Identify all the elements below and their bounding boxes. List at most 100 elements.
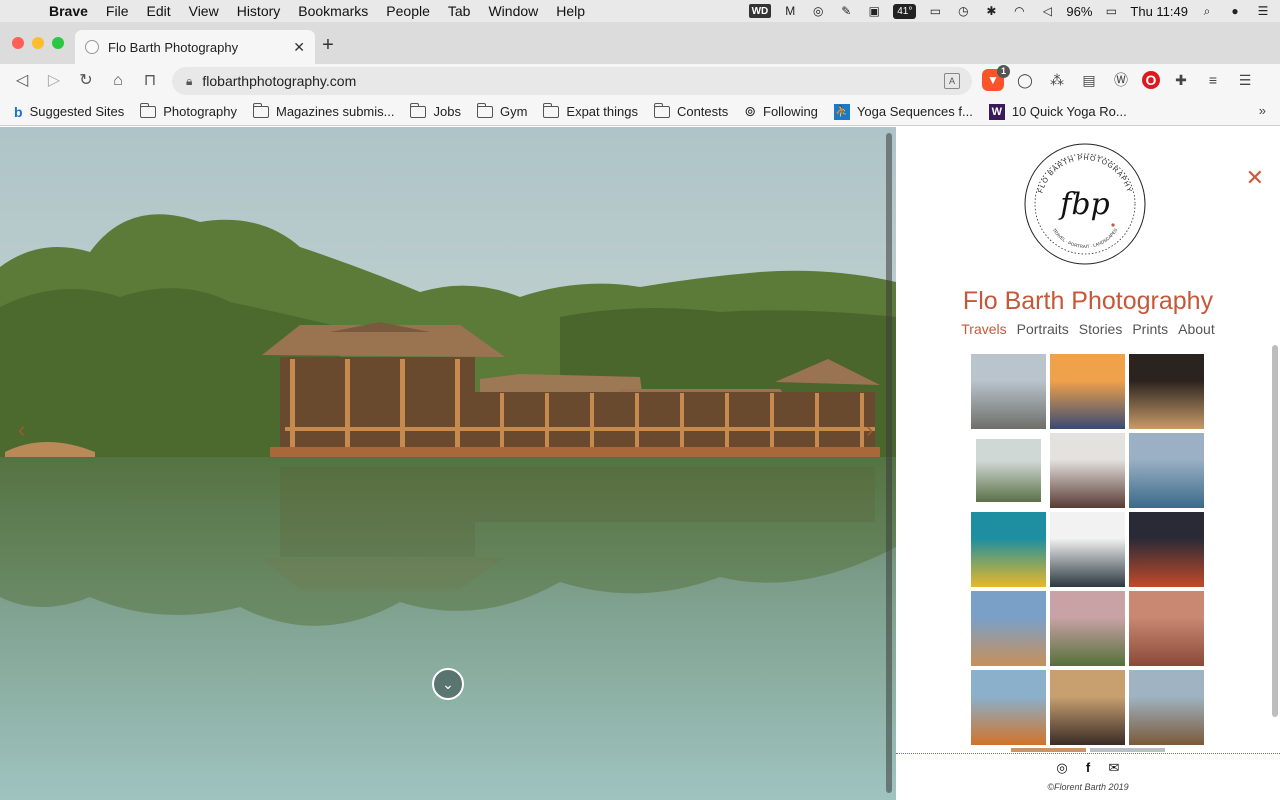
forward-icon[interactable]: ▷: [44, 71, 64, 91]
notification-center-icon[interactable]: ☰: [1254, 4, 1272, 18]
lock-icon[interactable]: 🔒︎: [186, 74, 192, 89]
menu-history[interactable]: History: [228, 3, 290, 19]
gallery-thumb-colorful-domes[interactable]: [1129, 433, 1204, 508]
following-icon: ⊚: [744, 103, 756, 119]
bookmark-gym[interactable]: Gym: [476, 102, 527, 119]
bookmark-contests[interactable]: Contests: [653, 102, 729, 119]
gallery-thumb-mountain-sunset[interactable]: [1050, 354, 1125, 429]
bookmark-magazines[interactable]: Magazines submis...: [252, 102, 394, 119]
menu-view[interactable]: View: [180, 3, 228, 19]
site-logo[interactable]: FLO BARTH PHOTOGRAPHY TRAVEL · PORTRAIT …: [1023, 142, 1147, 266]
wd-drive-icon[interactable]: WD: [748, 4, 772, 18]
bookmark-following[interactable]: ⊚ Following: [744, 103, 818, 120]
nav-portraits[interactable]: Portraits: [1017, 321, 1069, 337]
bookmark-expat-things[interactable]: Expat things: [543, 102, 638, 119]
spotlight-icon[interactable]: ⌕: [1198, 4, 1216, 18]
instagram-icon[interactable]: ◎: [1055, 761, 1069, 775]
gallery-thumb-cathedral[interactable]: [971, 354, 1046, 429]
mail-icon[interactable]: ✉: [1107, 761, 1121, 775]
translate-icon[interactable]: A: [944, 73, 960, 89]
extensions-puzzle-icon[interactable]: ✚: [1170, 69, 1192, 91]
tab-close-icon[interactable]: ✕: [293, 39, 305, 56]
battery-percent[interactable]: 96%: [1066, 4, 1092, 19]
gallery-thumb-street-clock[interactable]: [1050, 512, 1125, 587]
gallery-thumb-city-bridge[interactable]: [1129, 670, 1204, 745]
bookmarks-overflow-icon[interactable]: »: [1259, 103, 1266, 118]
tab-active[interactable]: Flo Barth Photography ✕: [75, 30, 315, 64]
site-title[interactable]: Flo Barth Photography: [896, 287, 1280, 316]
extensions-area: ▼ 1 ◯ ⁂ ▤ Ⓦ O ✚ ≡ ☰: [982, 65, 1256, 91]
malwarebytes-icon[interactable]: M: [781, 4, 799, 18]
clock[interactable]: Thu 11:49: [1130, 4, 1188, 19]
siri-icon[interactable]: ●: [1226, 4, 1244, 18]
next-slide-icon[interactable]: ›: [866, 417, 873, 443]
bluetooth-icon[interactable]: ✱: [982, 4, 1000, 18]
extension-circle-icon[interactable]: ◯: [1014, 69, 1036, 91]
battery-icon[interactable]: ▭: [1102, 4, 1120, 18]
gallery-thumb-horse-statue[interactable]: [1050, 433, 1125, 508]
menu-tab[interactable]: Tab: [439, 3, 480, 19]
gallery-thumb-orange-dunes[interactable]: [971, 670, 1046, 745]
gallery-thumb-peek[interactable]: [1090, 748, 1165, 752]
menu-people[interactable]: People: [377, 3, 439, 19]
nav-prints[interactable]: Prints: [1132, 321, 1168, 337]
gallery-thumb-cafe-interior[interactable]: [1129, 512, 1204, 587]
gallery-thumb-turquoise-facade[interactable]: [971, 512, 1046, 587]
facebook-icon[interactable]: f: [1081, 761, 1095, 775]
bookmark-jobs[interactable]: Jobs: [410, 102, 461, 119]
nav-stories[interactable]: Stories: [1079, 321, 1123, 337]
address-bar[interactable]: 🔒︎ flobarthphotography.com A: [172, 67, 972, 95]
bookmark-icon[interactable]: ⊓: [140, 71, 160, 91]
scroll-down-button[interactable]: ⌄: [432, 668, 464, 700]
hero-scrollbar[interactable]: [886, 133, 892, 793]
zoom-window-button[interactable]: [52, 37, 64, 49]
brave-shields-icon[interactable]: ▼ 1: [982, 65, 1010, 91]
pen-icon[interactable]: ✎: [837, 4, 855, 18]
menu-bookmarks[interactable]: Bookmarks: [289, 3, 377, 19]
previous-slide-icon[interactable]: ‹: [18, 417, 25, 443]
temperature-readout[interactable]: 41°: [893, 3, 917, 19]
extension-folder-icon[interactable]: ▤: [1078, 69, 1100, 91]
url-text[interactable]: flobarthphotography.com: [202, 73, 356, 89]
gallery-thumb-red-rooftops[interactable]: [1129, 591, 1204, 666]
reload-icon[interactable]: ↻: [76, 71, 96, 91]
menu-icon[interactable]: ☰: [1234, 69, 1256, 91]
menu-file[interactable]: File: [97, 3, 138, 19]
bookmark-photography[interactable]: Photography: [139, 102, 237, 119]
menu-app[interactable]: Brave: [40, 3, 97, 19]
bookmark-quick-yoga[interactable]: W 10 Quick Yoga Ro...: [988, 103, 1127, 120]
menu-edit[interactable]: Edit: [137, 3, 179, 19]
gallery-thumb-underground-station[interactable]: [1050, 670, 1125, 745]
menu-window[interactable]: Window: [479, 3, 547, 19]
close-window-button[interactable]: [12, 37, 24, 49]
gallery-thumb-acropolis[interactable]: [971, 591, 1046, 666]
media-queue-icon[interactable]: ≡: [1202, 69, 1224, 91]
menu-help[interactable]: Help: [547, 3, 594, 19]
extension-grid-icon[interactable]: ⁂: [1046, 69, 1068, 91]
airplay-icon[interactable]: ▭: [926, 4, 944, 18]
close-icon[interactable]: ✕: [1246, 167, 1264, 189]
gallery-thumb-pink-tower[interactable]: [1050, 591, 1125, 666]
time-machine-icon[interactable]: ◷: [954, 4, 972, 18]
thumb-image: [971, 591, 1046, 666]
wifi-icon[interactable]: ◠: [1010, 4, 1028, 18]
opera-vpn-icon[interactable]: O: [1142, 71, 1160, 89]
minimize-window-button[interactable]: [32, 37, 44, 49]
sidebar-scrollbar[interactable]: [1272, 345, 1278, 717]
gallery-thumb-night-square[interactable]: [1129, 354, 1204, 429]
home-icon[interactable]: ⌂: [108, 71, 128, 91]
nav-travels[interactable]: Travels: [961, 321, 1006, 337]
bookmark-suggested-sites[interactable]: b Suggested Sites: [14, 104, 124, 120]
bookmark-yoga-sequences[interactable]: ⛹ Yoga Sequences f...: [833, 103, 973, 120]
creative-cloud-icon[interactable]: ◎: [809, 4, 827, 18]
back-icon[interactable]: ◁: [12, 71, 32, 91]
gallery-thumb-lake-pavilion[interactable]: [971, 433, 1046, 508]
camera-icon[interactable]: ▣: [865, 4, 883, 18]
nav-about[interactable]: About: [1178, 321, 1215, 337]
volume-icon[interactable]: ◁: [1038, 4, 1056, 18]
copyright: ©Florent Barth 2019: [1047, 782, 1129, 792]
bookmark-label: Contests: [676, 104, 729, 119]
new-tab-button[interactable]: +: [318, 35, 338, 56]
gallery-thumb-peek[interactable]: [1011, 748, 1086, 752]
extension-w-icon[interactable]: Ⓦ: [1110, 69, 1132, 91]
